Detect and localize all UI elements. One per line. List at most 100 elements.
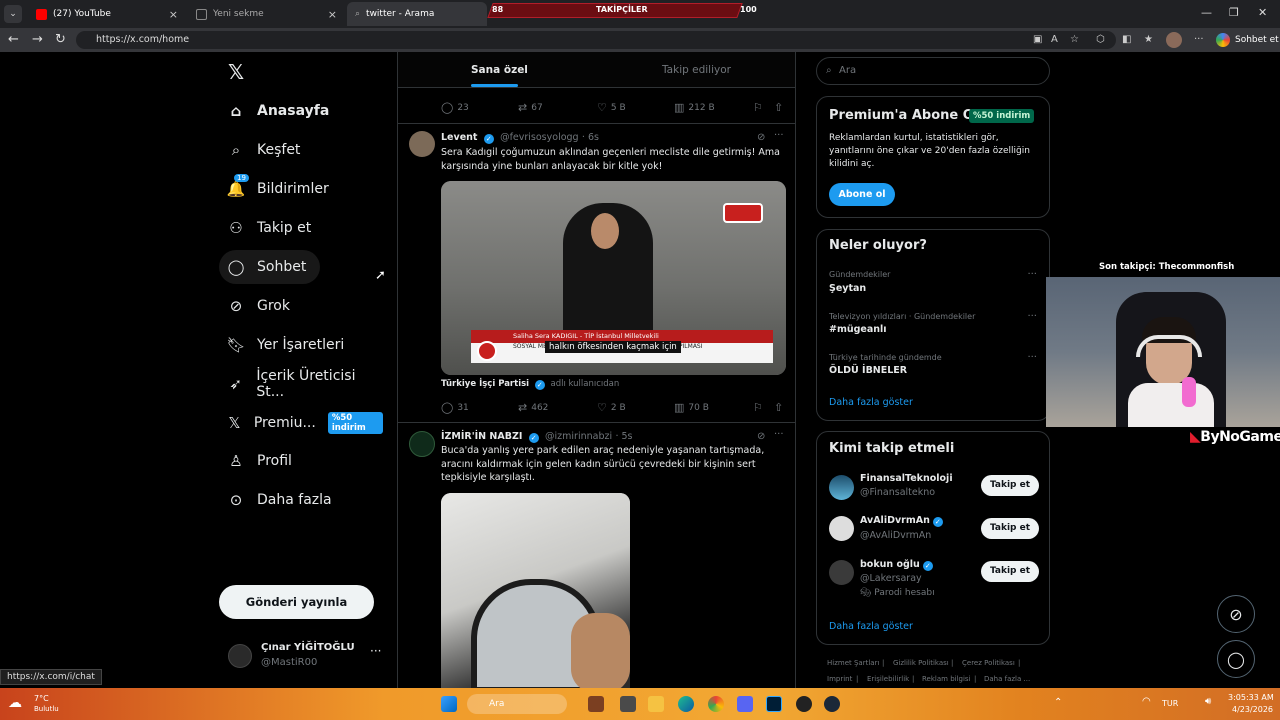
footer-link[interactable]: Hizmet Şartları xyxy=(827,659,879,667)
avatar[interactable] xyxy=(409,131,435,157)
follow-button[interactable]: Takip et xyxy=(981,561,1039,582)
footer-link[interactable]: Erişilebilirlik xyxy=(867,675,909,683)
trend-topic[interactable]: Şeytan xyxy=(829,283,866,294)
trend-topic[interactable]: ÖLDÜ İBNELER xyxy=(829,365,907,376)
copilot-button[interactable]: Sohbet et xyxy=(1216,33,1279,47)
tab-for-you[interactable]: Sana özel xyxy=(471,64,528,87)
search-input[interactable]: ⌕ Ara xyxy=(816,57,1050,85)
avatar[interactable] xyxy=(829,516,854,541)
steam-icon[interactable] xyxy=(824,696,840,712)
follow-button[interactable]: Takip et xyxy=(981,475,1039,496)
views-button[interactable]: ▥ 212 B xyxy=(674,101,715,114)
reply-button[interactable]: ◯ 31 xyxy=(441,401,469,414)
favorites-icon[interactable]: ★ xyxy=(1144,34,1153,45)
tweet-media-video[interactable]: Saliha Sera KADIGIL - TİP İstanbul Mille… xyxy=(441,181,786,375)
trend-topic[interactable]: #mügeanlı xyxy=(829,324,887,335)
speaker-icon[interactable]: 🔊︎ xyxy=(1205,696,1211,707)
taskbar-date[interactable]: 4/23/2026 xyxy=(1232,705,1273,714)
suggestion-name[interactable]: FinansalTeknoloji xyxy=(860,473,953,484)
nav-item-creator-studio[interactable]: ➶ İçerik Üreticisi St... xyxy=(219,367,397,401)
avatar[interactable] xyxy=(1166,32,1182,48)
more-icon[interactable]: ··· xyxy=(370,644,381,658)
edge-icon[interactable] xyxy=(678,696,694,712)
tab-youtube[interactable]: (27) YouTube × xyxy=(28,2,186,26)
nav-item-premium[interactable]: 𝕏 Premiu... %50 indirim xyxy=(219,406,397,440)
repost-button[interactable]: ⇄ 67 xyxy=(518,101,543,114)
like-button[interactable]: ♡ 5 B xyxy=(597,101,626,114)
nav-item-profile[interactable]: ♙ Profil xyxy=(219,444,306,478)
repost-button[interactable]: ⇄ 462 xyxy=(518,401,548,414)
chat-floating-button[interactable]: ◯ xyxy=(1217,640,1255,678)
suggestion-name[interactable]: bokun oğlu ✓ xyxy=(860,559,936,571)
input-language[interactable]: TUR xyxy=(1162,699,1178,708)
favorite-icon[interactable]: ☆ xyxy=(1070,34,1079,45)
app-game-icon[interactable] xyxy=(588,696,604,712)
avatar[interactable] xyxy=(409,431,435,457)
discord-icon[interactable] xyxy=(737,696,753,712)
nav-item-notifications[interactable]: 🔔 19 Bildirimler xyxy=(219,172,343,206)
avatar[interactable] xyxy=(829,560,854,585)
grok-icon[interactable]: ⊘ xyxy=(757,132,765,143)
tweet-author[interactable]: İZMİR'İN NABZI ✓ @izmirinnabzi · 5s xyxy=(441,431,632,443)
tweet-media-video[interactable] xyxy=(441,493,630,688)
media-attribution[interactable]: Türkiye İşçi Partisi ✓ adlı kullanıcıdan xyxy=(441,379,619,390)
tab-new[interactable]: Yeni sekme × xyxy=(188,2,345,26)
footer-link[interactable]: Daha fazla ... xyxy=(984,675,1030,683)
nav-item-home[interactable]: ⌂ Anasayfa xyxy=(219,94,343,128)
chrome-icon[interactable] xyxy=(708,696,724,712)
tab-twitter-search[interactable]: ⌕ twitter - Arama xyxy=(347,2,487,26)
openai-icon[interactable] xyxy=(796,696,812,712)
tray-overflow-icon[interactable]: ⌃ xyxy=(1054,697,1062,708)
reload-icon[interactable]: ↻ xyxy=(55,32,66,47)
bookmark-button[interactable]: ⚐ xyxy=(753,101,767,114)
reader-icon[interactable]: ▣ xyxy=(1033,34,1042,45)
tweet-author[interactable]: Levent ✓ @fevrisosyologg · 6s xyxy=(441,132,599,144)
post-button[interactable]: Gönderi yayınla xyxy=(219,585,374,619)
show-more-link[interactable]: Daha fazla göster xyxy=(829,397,913,408)
nav-item-more[interactable]: ⊙ Daha fazla xyxy=(219,483,346,517)
nav-item-follow[interactable]: ⚇ Takip et xyxy=(219,211,325,245)
back-icon[interactable]: ← xyxy=(8,32,19,47)
more-icon[interactable]: ··· xyxy=(1194,34,1204,45)
more-icon[interactable]: ··· xyxy=(1027,269,1037,280)
photoshop-icon[interactable] xyxy=(766,696,782,712)
nav-item-bookmarks[interactable]: 🔖︎ Yer İşaretleri xyxy=(219,328,358,362)
like-button[interactable]: ♡ 2 B xyxy=(597,401,626,414)
more-icon[interactable]: ··· xyxy=(774,130,784,141)
taskbar-search[interactable]: Ara xyxy=(467,694,567,714)
tab-list-button[interactable]: ⌄ xyxy=(4,5,22,23)
more-icon[interactable]: ··· xyxy=(774,429,784,440)
close-icon[interactable]: × xyxy=(169,8,178,21)
show-more-link[interactable]: Daha fazla göster xyxy=(829,621,913,632)
taskbar-time[interactable]: 3:05:33 AM xyxy=(1228,693,1274,702)
windows-start-icon[interactable] xyxy=(441,696,457,712)
bookmark-button[interactable]: ⚐ xyxy=(753,401,767,414)
maximize-icon[interactable]: ❐ xyxy=(1229,6,1239,19)
weather-widget[interactable]: ☁ 7°C Bulutlu xyxy=(8,693,88,717)
close-icon[interactable]: × xyxy=(328,8,337,21)
footer-link[interactable]: Imprint xyxy=(827,675,852,683)
file-explorer-icon[interactable] xyxy=(648,696,664,712)
nav-item-explore[interactable]: ⌕ Keşfet xyxy=(219,133,314,167)
suggestion-name[interactable]: AvAliDvrmAn ✓ xyxy=(860,515,946,527)
forward-icon[interactable]: → xyxy=(32,32,43,47)
more-icon[interactable]: ··· xyxy=(1027,352,1037,363)
nav-item-chat[interactable]: ◯ Sohbet xyxy=(219,250,321,284)
subscribe-button[interactable]: Abone ol xyxy=(829,183,895,206)
share-button[interactable]: ⇧ xyxy=(774,401,787,414)
x-logo-icon[interactable]: 𝕏 xyxy=(225,61,247,83)
share-button[interactable]: ⇧ xyxy=(774,101,787,114)
close-window-icon[interactable]: ✕ xyxy=(1258,6,1267,19)
grok-floating-button[interactable]: ⊘ xyxy=(1217,595,1255,633)
tab-following[interactable]: Takip ediliyor xyxy=(662,64,731,76)
wifi-icon[interactable]: ◠ xyxy=(1142,696,1151,707)
footer-link[interactable]: Çerez Politikası xyxy=(962,659,1015,667)
split-screen-icon[interactable]: ◧ xyxy=(1122,34,1131,45)
views-button[interactable]: ▥ 70 B xyxy=(674,401,709,414)
more-icon[interactable]: ··· xyxy=(1027,311,1037,322)
avatar[interactable] xyxy=(829,475,854,500)
follow-button[interactable]: Takip et xyxy=(981,518,1039,539)
account-switcher[interactable]: Çınar YİĞİTOĞLU @MastiR00 ··· xyxy=(228,640,388,676)
address-bar[interactable]: https://x.com/home xyxy=(76,31,1116,49)
footer-link[interactable]: Reklam bilgisi xyxy=(922,675,971,683)
